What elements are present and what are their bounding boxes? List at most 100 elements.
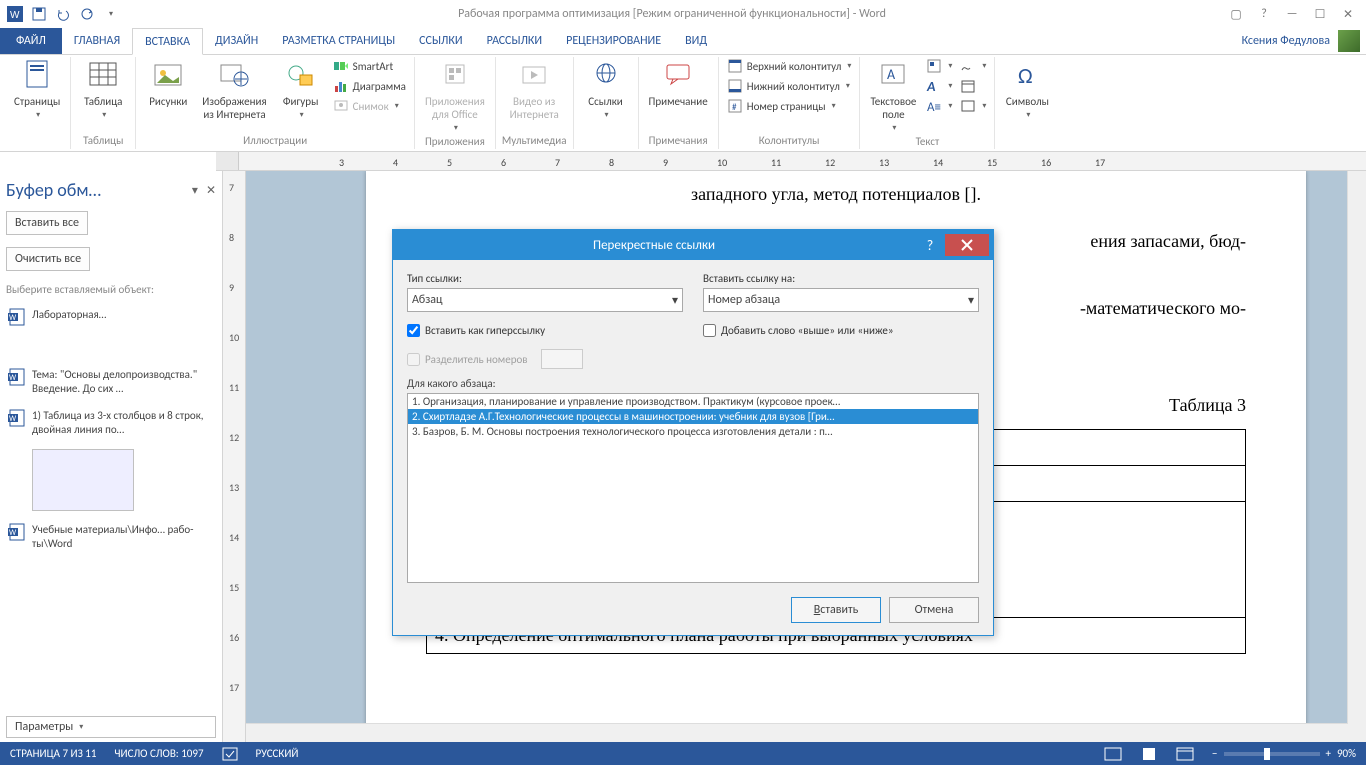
tab-mailings[interactable]: РАССЫЛКИ: [475, 28, 555, 54]
apps-icon: [439, 59, 471, 91]
chevron-down-icon: ▾: [948, 81, 952, 91]
page-indicator[interactable]: СТРАНИЦА 7 ИЗ 11: [10, 747, 96, 760]
cancel-button[interactable]: Отмена: [889, 597, 979, 623]
close-icon[interactable]: ✕: [1334, 3, 1362, 25]
view-web-icon[interactable]: [1176, 747, 1194, 761]
tab-review[interactable]: РЕЦЕНЗИРОВАНИЕ: [554, 28, 673, 54]
quickparts-button[interactable]: ▾: [924, 57, 954, 75]
ribbon-options-icon[interactable]: ▢: [1222, 3, 1250, 25]
svg-text:A: A: [887, 66, 896, 83]
clip-item[interactable]: [6, 443, 216, 517]
tab-references[interactable]: ССЫЛКИ: [407, 28, 474, 54]
dialog-close-icon[interactable]: [945, 234, 989, 256]
tab-layout[interactable]: РАЗМЕТКА СТРАНИЦЫ: [270, 28, 407, 54]
screenshot-button[interactable]: Снимок▾: [331, 97, 408, 115]
vertical-scrollbar[interactable]: [1347, 171, 1366, 742]
signature-icon: [960, 58, 976, 74]
chevron-down-icon: ▾: [846, 81, 850, 91]
clip-item[interactable]: W1) Таблица из 3-х столбцов и 8 строк, д…: [6, 403, 216, 444]
zoom-in-icon[interactable]: +: [1326, 747, 1331, 760]
pane-options-icon[interactable]: ▾: [192, 183, 198, 198]
smartart-button[interactable]: SmartArt: [331, 57, 408, 75]
group-tables: Таблица▾ Таблицы: [71, 57, 136, 149]
dropcap-button[interactable]: A≡▾: [924, 97, 954, 115]
page-number-button[interactable]: #Номер страницы▾: [725, 97, 854, 115]
ref-type-select[interactable]: Абзац▾: [407, 288, 683, 312]
zoom-out-icon[interactable]: −: [1212, 747, 1217, 760]
clear-all-button[interactable]: Очистить все: [6, 247, 90, 271]
clip-item[interactable]: WЛабораторная…: [6, 302, 216, 332]
zoom-control[interactable]: − + 90%: [1212, 747, 1356, 760]
screenshot-icon: [333, 98, 349, 114]
hyperlink-checkbox[interactable]: Вставить как гиперссылку: [407, 324, 683, 337]
tab-insert[interactable]: ВСТАВКА: [132, 28, 203, 55]
help-icon[interactable]: ?: [1250, 3, 1278, 25]
clipboard-options-button[interactable]: Параметры▾: [6, 716, 216, 738]
signature-button[interactable]: ▾: [958, 57, 988, 75]
redo-icon[interactable]: [76, 3, 98, 25]
user-account[interactable]: Ксения Федулова: [1242, 28, 1360, 54]
table-button[interactable]: Таблица▾: [77, 57, 129, 122]
apps-button[interactable]: Приложения для Office▾: [421, 57, 489, 135]
textbox-icon: A: [877, 59, 909, 91]
language-indicator[interactable]: РУССКИЙ: [256, 747, 299, 760]
pictures-button[interactable]: Рисунки: [142, 57, 194, 110]
list-item[interactable]: 3. Базров, Б. М. Основы построения техно…: [408, 424, 978, 439]
minimize-icon[interactable]: —: [1278, 3, 1306, 25]
pane-close-icon[interactable]: ✕: [206, 183, 216, 198]
insert-button[interactable]: Вставить: [791, 597, 881, 623]
paragraph-list-label: Для какого абзаца:: [407, 377, 979, 390]
tab-home[interactable]: ГЛАВНАЯ: [62, 28, 132, 54]
tab-view[interactable]: ВИД: [673, 28, 719, 54]
view-read-icon[interactable]: [1104, 747, 1122, 761]
svg-text:Ω: Ω: [1018, 62, 1033, 89]
paste-all-button[interactable]: Вставить все: [6, 211, 88, 235]
clip-item[interactable]: WТема: "Основы делопроизводства." Введен…: [6, 362, 216, 403]
symbols-button[interactable]: Ω Символы▾: [1001, 57, 1053, 122]
links-button[interactable]: Ссылки▾: [580, 57, 632, 122]
document-area[interactable]: западного угла, метод потенциалов []. ен…: [246, 171, 1366, 742]
above-below-checkbox[interactable]: Добавить слово «выше» или «ниже»: [703, 324, 979, 337]
online-video-button[interactable]: Видео из Интернета: [506, 57, 563, 123]
vertical-ruler[interactable]: 7 8 9 10 11 12 13 14 15 16 17: [223, 171, 246, 742]
clip-prompt: Выберите вставляемый объект:: [6, 283, 216, 296]
paragraph-listbox[interactable]: 1. Организация, планирование и управлени…: [407, 393, 979, 583]
tab-file[interactable]: ФАЙЛ: [0, 28, 62, 54]
svg-text:W: W: [10, 10, 20, 21]
clip-item[interactable]: WУчебные материалы\Инфо… рабо-ты\Word: [6, 517, 216, 558]
pagenum-icon: #: [727, 98, 743, 114]
zoom-slider[interactable]: [1224, 752, 1320, 756]
dialog-help-icon[interactable]: ?: [915, 237, 945, 254]
insert-ref-select[interactable]: Номер абзаца▾: [703, 288, 979, 312]
qat-customize-icon[interactable]: ▾: [100, 3, 122, 25]
zoom-level[interactable]: 90%: [1337, 747, 1356, 760]
list-item[interactable]: 2. Схиртладзе А.Г.Технологические процес…: [408, 409, 978, 424]
chart-button[interactable]: Диаграмма: [331, 77, 408, 95]
footer-button[interactable]: Нижний колонтитул▾: [725, 77, 854, 95]
tab-design[interactable]: ДИЗАЙН: [203, 28, 270, 54]
online-images-button[interactable]: Изображения из Интернета: [198, 57, 270, 123]
omega-icon: Ω: [1011, 59, 1043, 91]
datetime-button[interactable]: [958, 77, 988, 95]
dialog-titlebar[interactable]: Перекрестные ссылки ?: [393, 230, 993, 260]
shapes-button[interactable]: Фигуры▾: [275, 57, 327, 122]
comment-button[interactable]: Примечание: [645, 57, 712, 110]
textbox-button[interactable]: A Текстовое поле▾: [866, 57, 920, 135]
header-button[interactable]: Верхний колонтитул▾: [725, 57, 854, 75]
pages-button[interactable]: Страницы▾: [10, 57, 64, 122]
horizontal-ruler[interactable]: 34567891011121314151617: [216, 152, 1366, 171]
list-item[interactable]: 1. Организация, планирование и управлени…: [408, 394, 978, 409]
maximize-icon[interactable]: ☐: [1306, 3, 1334, 25]
chevron-down-icon: ▾: [832, 101, 836, 111]
view-print-icon[interactable]: [1140, 747, 1158, 761]
object-button[interactable]: ▾: [958, 97, 988, 115]
word-count[interactable]: ЧИСЛО СЛОВ: 1097: [114, 747, 203, 760]
proofing-icon[interactable]: [222, 747, 238, 761]
horizontal-scrollbar[interactable]: [246, 723, 1348, 742]
wordart-button[interactable]: A▾: [924, 77, 954, 95]
smartart-icon: [333, 58, 349, 74]
undo-icon[interactable]: [52, 3, 74, 25]
save-icon[interactable]: [28, 3, 50, 25]
ribbon: Страницы▾ Таблица▾ Таблицы Рисунки Изобр…: [0, 55, 1366, 152]
group-header-footer: Верхний колонтитул▾ Нижний колонтитул▾ #…: [719, 57, 861, 149]
